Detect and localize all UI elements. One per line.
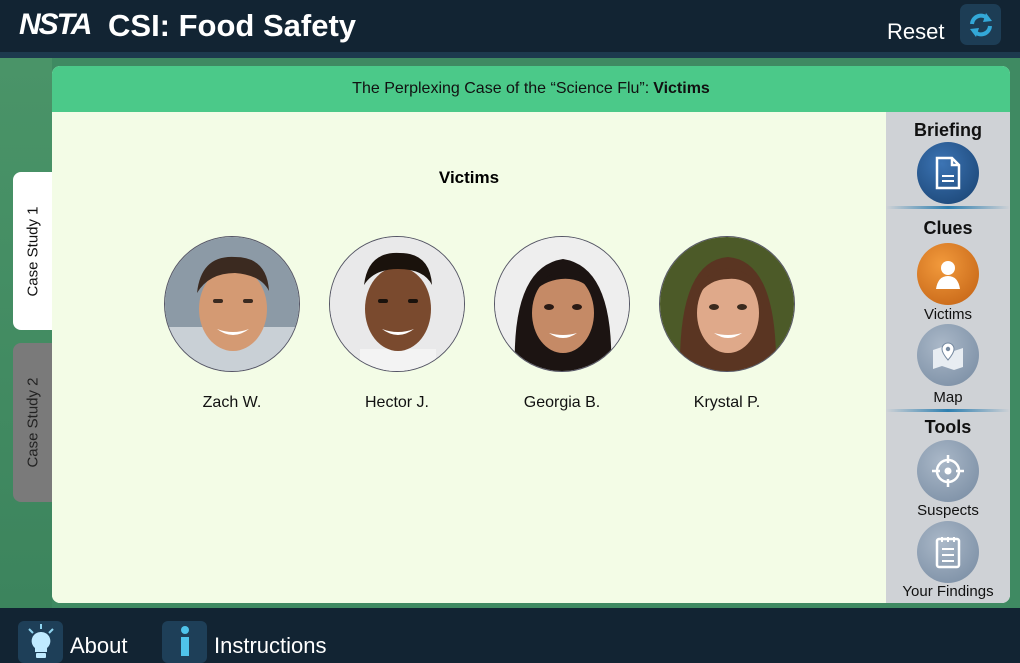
left-strip — [0, 58, 52, 608]
victim-card-zach[interactable]: Zach W. — [162, 236, 302, 412]
notepad-icon — [935, 537, 961, 569]
findings-button[interactable] — [917, 521, 979, 583]
victim-photo[interactable] — [494, 236, 630, 372]
clues-title: Clues — [923, 218, 973, 238]
victims-label: Victims — [923, 306, 973, 323]
main-card: The Perplexing Case of the “Science Flu”… — [52, 66, 1010, 603]
about-button[interactable] — [18, 621, 63, 663]
lightbulb-icon — [27, 624, 54, 658]
header-divider — [0, 52, 1020, 58]
panel-divider — [886, 206, 1010, 209]
map-button[interactable] — [917, 324, 979, 386]
tab-label: Case Study 2 — [24, 377, 42, 468]
reset-button[interactable] — [960, 4, 1001, 45]
map-label: Map — [933, 389, 963, 406]
instructions-button[interactable] — [162, 621, 207, 663]
victims-button[interactable] — [917, 243, 979, 305]
section-heading: Victims — [438, 168, 500, 187]
nsta-logo: NSTA — [19, 8, 92, 41]
victim-photo[interactable] — [164, 236, 300, 372]
right-panel: Briefing Clues Victims Map Tools Suspect… — [886, 112, 1010, 603]
about-label[interactable]: About — [70, 633, 128, 659]
briefing-button[interactable] — [917, 142, 979, 204]
findings-label: Your Findings — [902, 583, 994, 600]
crosshair-icon — [932, 455, 964, 487]
victim-name: Hector J. — [364, 394, 429, 411]
victim-photo[interactable] — [329, 236, 465, 372]
card-title-bold: Victims — [653, 80, 710, 97]
victim-name: Zach W. — [202, 394, 262, 411]
footer-bar: About Instructions — [0, 608, 1020, 663]
tab-case-study-2[interactable]: Case Study 2 — [13, 343, 53, 502]
top-bar: NSTA CSI: Food Safety Reset — [0, 0, 1020, 52]
map-icon — [933, 342, 963, 370]
tools-title: Tools — [924, 417, 972, 437]
refresh-icon — [969, 12, 992, 37]
app-title: CSI: Food Safety — [108, 8, 357, 43]
tab-case-study-1[interactable]: Case Study 1 — [13, 172, 53, 330]
reset-label[interactable]: Reset — [887, 19, 944, 45]
info-icon — [180, 626, 189, 656]
instructions-label[interactable]: Instructions — [214, 633, 327, 659]
document-icon — [935, 156, 961, 190]
victim-name: Krystal P. — [693, 394, 761, 411]
card-header: The Perplexing Case of the “Science Flu”… — [52, 66, 1010, 112]
person-avatar-icon — [495, 237, 629, 371]
card-title-prefix: The Perplexing Case of the “Science Flu”… — [352, 80, 650, 97]
person-avatar-icon — [330, 237, 464, 371]
suspects-label: Suspects — [917, 502, 979, 519]
tab-label: Case Study 1 — [24, 205, 42, 297]
victim-card-krystal[interactable]: Krystal P. — [657, 236, 797, 412]
victim-card-georgia[interactable]: Georgia B. — [492, 236, 632, 412]
briefing-title: Briefing — [913, 120, 982, 140]
suspects-button[interactable] — [917, 440, 979, 502]
panel-divider — [886, 409, 1010, 412]
person-icon — [936, 261, 960, 289]
victim-photo[interactable] — [659, 236, 795, 372]
person-avatar-icon — [660, 237, 794, 371]
victim-card-hector[interactable]: Hector J. — [327, 236, 467, 412]
content-area: Victims Zach W. Hector J. Georgia B. Kry… — [52, 112, 886, 603]
victim-name: Georgia B. — [523, 394, 601, 411]
person-avatar-icon — [165, 237, 299, 371]
